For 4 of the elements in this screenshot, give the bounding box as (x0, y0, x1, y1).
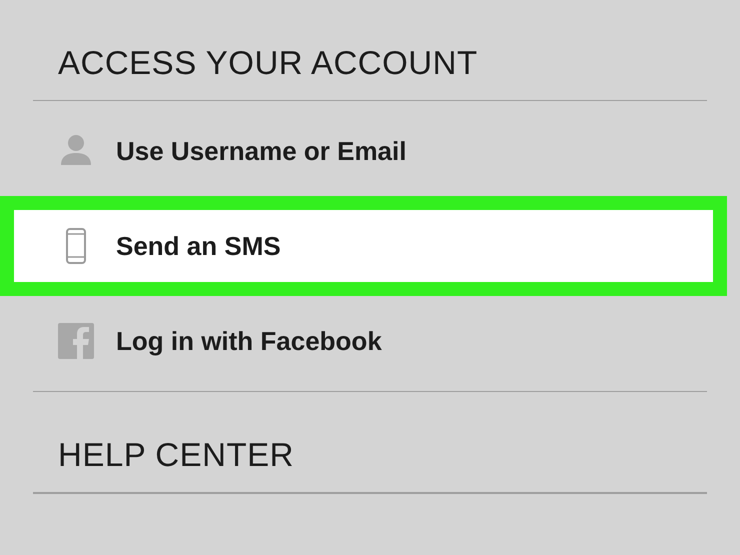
facebook-icon (58, 323, 94, 359)
menu-item[interactable]: Send an SMS (0, 196, 727, 296)
section-title: ACCESS YOUR ACCOUNT (58, 44, 478, 82)
section-title: HELP CENTER (58, 436, 294, 474)
